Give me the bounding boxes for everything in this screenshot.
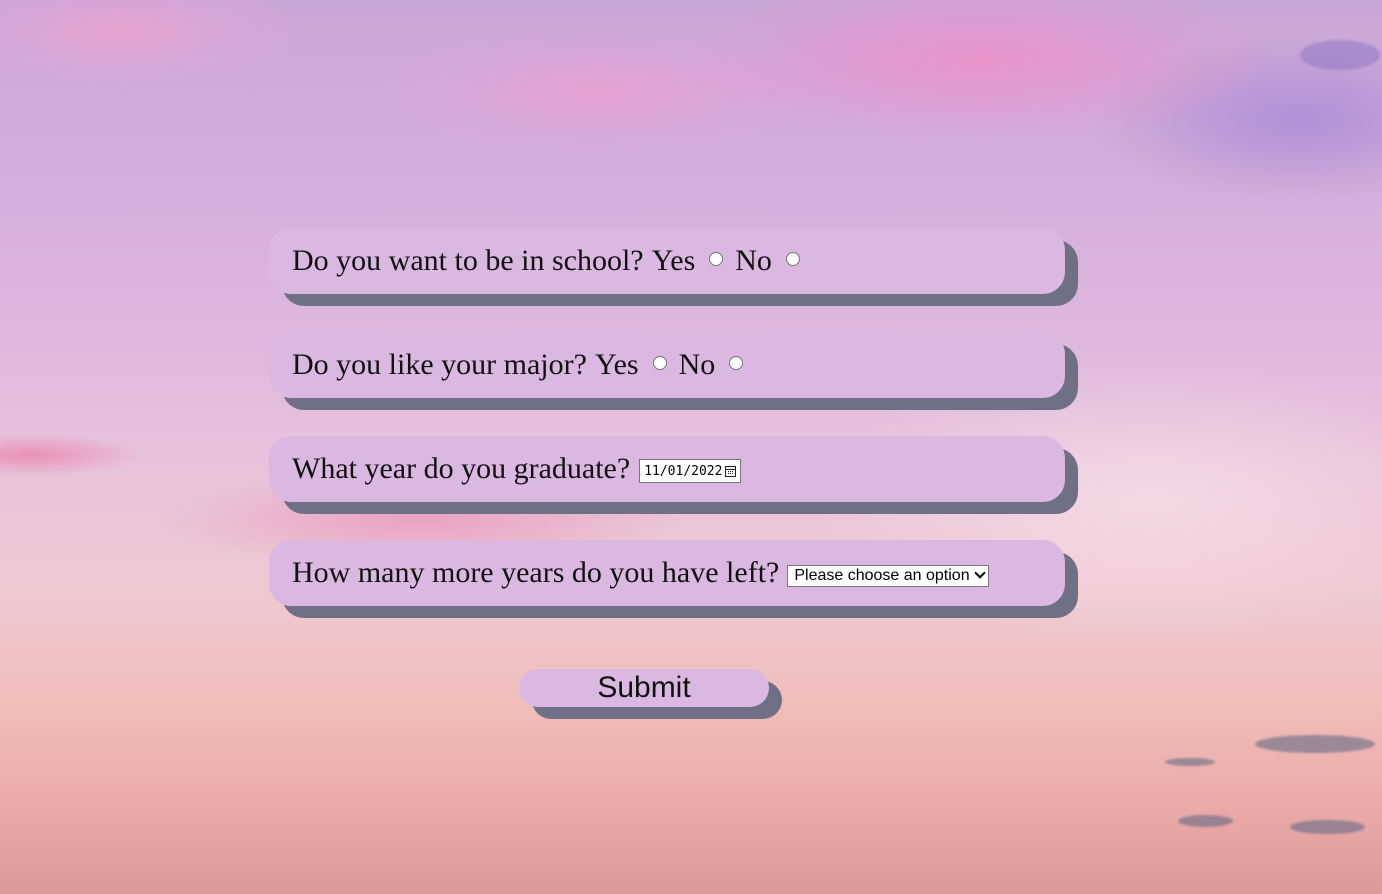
major-yes-label: Yes [594, 348, 639, 381]
dark-cloud [1290, 820, 1365, 834]
graduation-date-value: 11/01/2022 [644, 463, 723, 479]
question-major: Do you like your major? Yes No [269, 332, 1065, 398]
survey-form: Do you want to be in school? Yes No Do y… [269, 228, 1065, 644]
question-school-label: Do you want to be in school? [292, 244, 644, 277]
question-years-left-label: How many more years do you have left? [292, 556, 780, 589]
school-yes-radio[interactable] [709, 252, 724, 266]
question-major-label: Do you like your major? [292, 348, 587, 381]
major-no-label: No [678, 348, 716, 381]
graduation-date-input[interactable]: 11/01/2022 [639, 459, 742, 483]
question-school: Do you want to be in school? Yes No [269, 228, 1065, 294]
question-years-left: How many more years do you have left? Pl… [269, 540, 1065, 606]
question-graduate: What year do you graduate? 11/01/2022 [269, 436, 1065, 502]
chevron-down-icon [973, 567, 986, 579]
dark-cloud [1300, 40, 1380, 70]
school-no-radio[interactable] [785, 252, 800, 266]
question-graduate-label: What year do you graduate? [292, 452, 631, 485]
dark-cloud [1165, 758, 1215, 766]
school-no-label: No [735, 244, 772, 277]
major-yes-radio[interactable] [652, 356, 667, 370]
dark-cloud [1255, 735, 1375, 753]
calendar-icon[interactable] [725, 465, 737, 477]
years-left-select[interactable]: Please choose an option [787, 565, 989, 587]
major-no-radio[interactable] [729, 356, 744, 370]
school-yes-label: Yes [651, 244, 696, 277]
dark-cloud [1178, 815, 1233, 827]
submit-button[interactable]: Submit [519, 669, 769, 707]
years-left-selected-option: Please choose an option [794, 567, 970, 584]
